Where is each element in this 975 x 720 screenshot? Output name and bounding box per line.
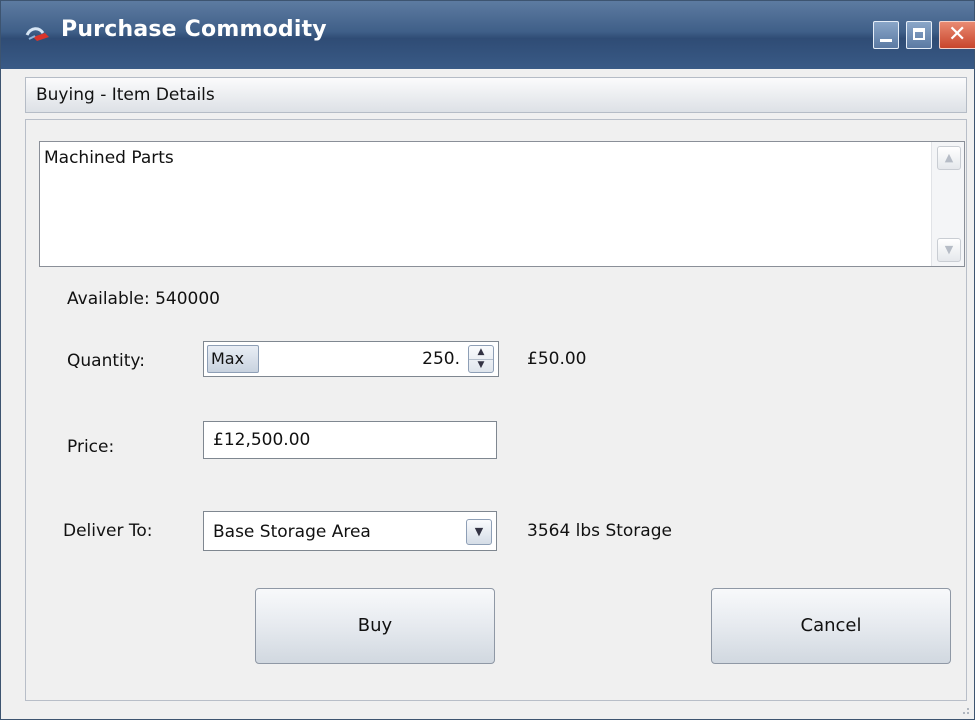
scroll-up-button[interactable]: ▲ bbox=[937, 146, 961, 170]
quantity-stepper[interactable]: Max 250. ▲ ▼ bbox=[203, 341, 499, 377]
buy-button[interactable]: Buy bbox=[255, 588, 495, 664]
section-title: Buying - Item Details bbox=[36, 85, 215, 105]
close-icon: ✕ bbox=[948, 22, 967, 47]
quantity-value: 250. bbox=[422, 349, 460, 369]
maximize-button[interactable] bbox=[906, 21, 932, 49]
purchase-commodity-window: Purchase Commodity ✕ Buying - Item Detai… bbox=[0, 0, 975, 720]
price-label: Price: bbox=[67, 437, 115, 457]
minimize-icon bbox=[880, 39, 892, 42]
app-icon bbox=[25, 27, 49, 41]
item-description-box[interactable]: Machined Parts ▲ ▼ bbox=[39, 141, 965, 267]
chevron-down-icon: ▼ bbox=[944, 243, 954, 256]
chevron-up-icon: ▲ bbox=[944, 151, 954, 164]
max-quantity-button[interactable]: Max bbox=[207, 345, 259, 373]
close-button[interactable]: ✕ bbox=[939, 21, 975, 49]
unit-price: £50.00 bbox=[527, 349, 587, 369]
scroll-down-button[interactable]: ▼ bbox=[937, 238, 961, 262]
deliver-to-value: Base Storage Area bbox=[213, 522, 371, 542]
quantity-label: Quantity: bbox=[67, 351, 145, 371]
vertical-scrollbar[interactable]: ▲ ▼ bbox=[931, 142, 964, 266]
chevron-down-icon: ▼ bbox=[474, 525, 484, 538]
storage-info: 3564 lbs Storage bbox=[527, 521, 672, 541]
available-quantity: Available: 540000 bbox=[67, 289, 220, 309]
quantity-spinner[interactable]: ▲ ▼ bbox=[468, 345, 494, 373]
minimize-button[interactable] bbox=[873, 21, 899, 49]
dropdown-button[interactable]: ▼ bbox=[466, 519, 492, 545]
price-field[interactable]: £12,500.00 bbox=[203, 421, 497, 459]
maximize-icon bbox=[913, 28, 925, 40]
title-bar[interactable]: Purchase Commodity ✕ bbox=[1, 1, 975, 69]
section-header: Buying - Item Details bbox=[25, 77, 967, 113]
deliver-to-select[interactable]: Base Storage Area ▼ bbox=[203, 511, 497, 551]
spin-down-icon[interactable]: ▼ bbox=[469, 359, 493, 372]
cancel-button[interactable]: Cancel bbox=[711, 588, 951, 664]
deliver-to-label: Deliver To: bbox=[63, 521, 153, 541]
window-title: Purchase Commodity bbox=[61, 17, 327, 42]
price-value: £12,500.00 bbox=[213, 430, 311, 450]
spin-up-icon[interactable]: ▲ bbox=[469, 346, 493, 360]
resize-grip-icon[interactable] bbox=[960, 705, 970, 715]
item-description-text: Machined Parts bbox=[44, 148, 174, 168]
